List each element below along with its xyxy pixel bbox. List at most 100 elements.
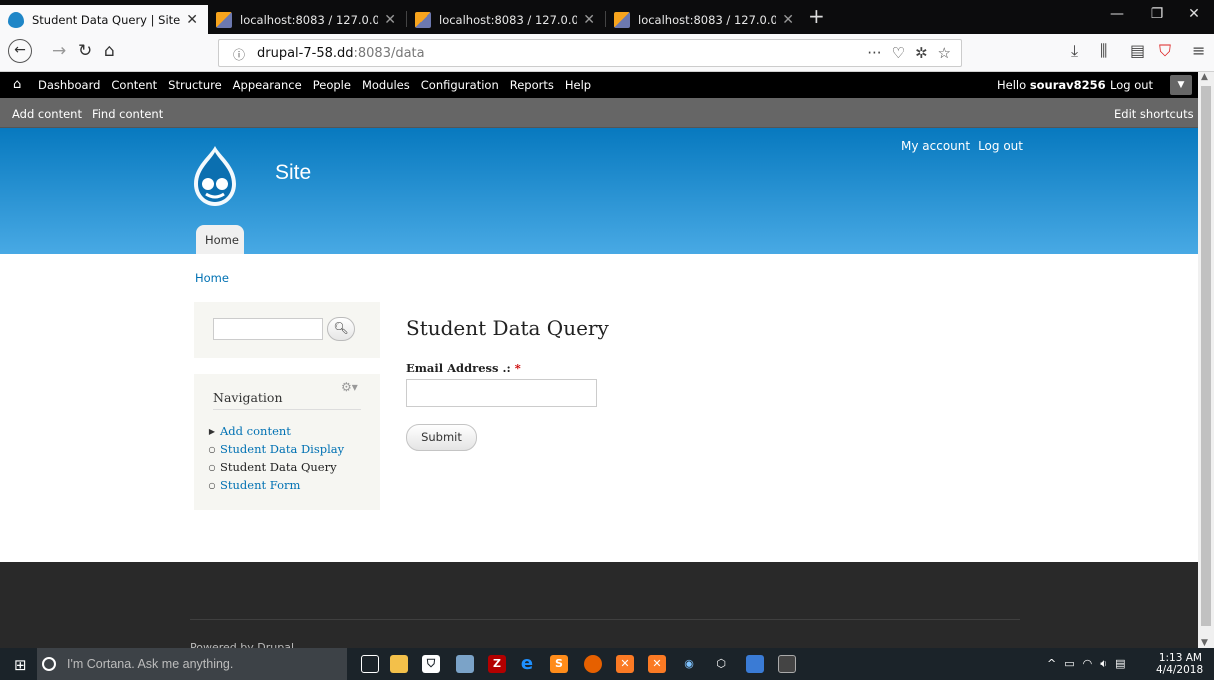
toolbar-item-help[interactable]: Help bbox=[565, 78, 591, 92]
reload-icon[interactable]: ↻ bbox=[78, 41, 92, 61]
submit-button[interactable]: Submit bbox=[406, 424, 477, 451]
navigation-title: Navigation bbox=[213, 390, 283, 405]
info-icon[interactable]: ⓘ bbox=[233, 46, 245, 63]
edit-shortcuts-link[interactable]: Edit shortcuts bbox=[1114, 107, 1194, 121]
control-panel-icon[interactable] bbox=[746, 655, 764, 673]
arrow-right-icon: ▶ bbox=[208, 426, 216, 436]
search-input[interactable] bbox=[213, 318, 323, 340]
restore-icon[interactable]: ❐ bbox=[1137, 6, 1177, 22]
email-field[interactable] bbox=[406, 379, 597, 407]
toolbar-item-content[interactable]: Content bbox=[111, 78, 157, 92]
nav-link-add-content[interactable]: Add content bbox=[220, 424, 291, 438]
toolbar-item-people[interactable]: People bbox=[313, 78, 351, 92]
breadcrumb[interactable]: Home bbox=[195, 271, 229, 285]
nav-link-student-data-query[interactable]: Student Data Query bbox=[220, 460, 337, 474]
forward-icon[interactable]: → bbox=[52, 41, 66, 61]
file-explorer-icon[interactable] bbox=[390, 655, 408, 673]
xampp-icon[interactable]: ✕ bbox=[616, 655, 634, 673]
notification-icon[interactable]: ▤ bbox=[1115, 657, 1125, 671]
chevron-up-icon[interactable]: ^ bbox=[1047, 657, 1056, 671]
scroll-up-icon[interactable]: ▲ bbox=[1201, 72, 1208, 82]
browser-tab[interactable]: localhost:8083 / 127.0.0.1 / druj ✕ bbox=[606, 5, 804, 34]
url-rest: :8083/data bbox=[353, 46, 425, 61]
toolbar-menu: Dashboard Content Structure Appearance P… bbox=[38, 78, 591, 92]
sublime-icon[interactable]: S bbox=[550, 655, 568, 673]
library-icon[interactable]: ⫼ bbox=[1100, 41, 1107, 61]
toolbar-item-modules[interactable]: Modules bbox=[362, 78, 410, 92]
my-account-link[interactable]: My account bbox=[901, 139, 970, 153]
virtualbox-icon[interactable]: ⬡ bbox=[712, 655, 730, 673]
task-view-icon[interactable] bbox=[361, 655, 379, 673]
close-icon[interactable]: ✕ bbox=[384, 12, 396, 28]
menu-icon[interactable]: ≡ bbox=[1192, 41, 1205, 60]
secondary-menu: My account Log out bbox=[901, 139, 1023, 153]
page-title: Student Data Query bbox=[406, 316, 609, 340]
terminal-icon[interactable] bbox=[778, 655, 796, 673]
download-icon[interactable]: ⤓ bbox=[1071, 41, 1078, 61]
wifi-icon[interactable]: ◠ bbox=[1083, 657, 1093, 671]
back-icon[interactable]: ← bbox=[8, 39, 32, 63]
toolbar-item-appearance[interactable]: Appearance bbox=[233, 78, 302, 92]
toolbar-item-reports[interactable]: Reports bbox=[510, 78, 554, 92]
close-icon[interactable]: ✕ bbox=[186, 12, 198, 28]
shortcut-add-content[interactable]: Add content bbox=[12, 107, 82, 121]
browser-tab[interactable]: localhost:8083 / 127.0.0.1 / druj ✕ bbox=[208, 5, 406, 34]
page-scrollbar[interactable]: ▲ ▼ bbox=[1198, 72, 1214, 648]
required-marker: * bbox=[514, 361, 521, 375]
nav-link-student-data-display[interactable]: Student Data Display bbox=[220, 442, 344, 456]
photos-icon[interactable] bbox=[456, 655, 474, 673]
close-icon[interactable]: ✕ bbox=[583, 12, 595, 28]
new-tab-icon[interactable]: + bbox=[808, 4, 825, 28]
footer-divider bbox=[190, 619, 1020, 620]
nav-link-student-form[interactable]: Student Form bbox=[220, 478, 300, 492]
battery-icon[interactable]: ▭ bbox=[1064, 657, 1074, 671]
search-icon[interactable]: 🔍︎ bbox=[327, 317, 355, 341]
tracking-icon[interactable]: ✲ bbox=[915, 44, 928, 62]
scroll-down-icon[interactable]: ▼ bbox=[1201, 638, 1208, 648]
cortana-icon bbox=[42, 657, 56, 671]
sidebar-icon[interactable]: ▤ bbox=[1130, 41, 1145, 60]
browser-tab-active[interactable]: Student Data Query | Site ✕ bbox=[0, 5, 208, 34]
toolbar-drawer-toggle-icon[interactable]: ▼ bbox=[1170, 75, 1192, 95]
toolbar-home-icon[interactable]: ⌂ bbox=[13, 77, 21, 92]
home-icon[interactable]: ⌂ bbox=[104, 41, 115, 61]
username-link[interactable]: sourav8256 bbox=[1030, 78, 1106, 92]
page-actions-icon[interactable]: ··· bbox=[867, 44, 881, 62]
shortcut-find-content[interactable]: Find content bbox=[92, 107, 163, 121]
close-icon[interactable]: ✕ bbox=[782, 12, 794, 28]
windows-start-icon[interactable]: ⊞ bbox=[14, 656, 27, 674]
gear-icon[interactable]: ⚙▾ bbox=[341, 380, 358, 394]
app-icon[interactable]: ◉ bbox=[680, 655, 698, 673]
shield-icon[interactable]: ⛉ bbox=[1159, 41, 1171, 61]
toolbar-item-configuration[interactable]: Configuration bbox=[421, 78, 499, 92]
bookmark-star-icon[interactable]: ☆ bbox=[938, 44, 951, 62]
xampp-icon[interactable]: ✕ bbox=[648, 655, 666, 673]
toolbar-item-structure[interactable]: Structure bbox=[168, 78, 222, 92]
window-close-icon[interactable]: ✕ bbox=[1174, 6, 1214, 22]
header-logout-link[interactable]: Log out bbox=[978, 139, 1023, 153]
store-icon[interactable]: ⛉ bbox=[422, 655, 440, 673]
browser-tab[interactable]: localhost:8083 / 127.0.0.1 / druj ✕ bbox=[407, 5, 605, 34]
toolbar-logout-link[interactable]: Log out bbox=[1110, 78, 1153, 92]
drupal-logo-icon[interactable] bbox=[190, 144, 240, 208]
bullet-icon: ○ bbox=[208, 462, 216, 472]
main-menu-tab-home[interactable]: Home bbox=[196, 225, 244, 254]
edge-icon[interactable]: e bbox=[518, 655, 536, 673]
site-name[interactable]: Site bbox=[275, 161, 311, 185]
firefox-icon[interactable] bbox=[584, 655, 602, 673]
cortana-search-box[interactable]: I'm Cortana. Ask me anything. bbox=[37, 648, 347, 680]
clock-time: 1:13 AM bbox=[1158, 652, 1202, 664]
clock[interactable]: 1:13 AM 4/4/2018 bbox=[1156, 652, 1203, 676]
volume-icon[interactable]: 🔉︎ bbox=[1100, 657, 1107, 671]
url-bar[interactable]: ⓘ drupal-7-58.dd:8083/data ··· ♡ ✲ ☆ bbox=[218, 39, 962, 67]
list-item: ▶ Add content bbox=[204, 422, 344, 440]
filezilla-icon[interactable]: Z bbox=[488, 655, 506, 673]
scrollbar-thumb[interactable] bbox=[1201, 86, 1211, 626]
url-host: drupal-7-58.dd bbox=[257, 46, 354, 61]
navigation-list: ▶ Add content ○ Student Data Display ○ Stud… bbox=[204, 422, 345, 494]
minimize-icon[interactable]: — bbox=[1097, 6, 1137, 22]
phpmyadmin-icon bbox=[216, 11, 232, 28]
drupal-icon bbox=[8, 11, 24, 28]
pocket-icon[interactable]: ♡ bbox=[892, 44, 905, 62]
toolbar-item-dashboard[interactable]: Dashboard bbox=[38, 78, 100, 92]
